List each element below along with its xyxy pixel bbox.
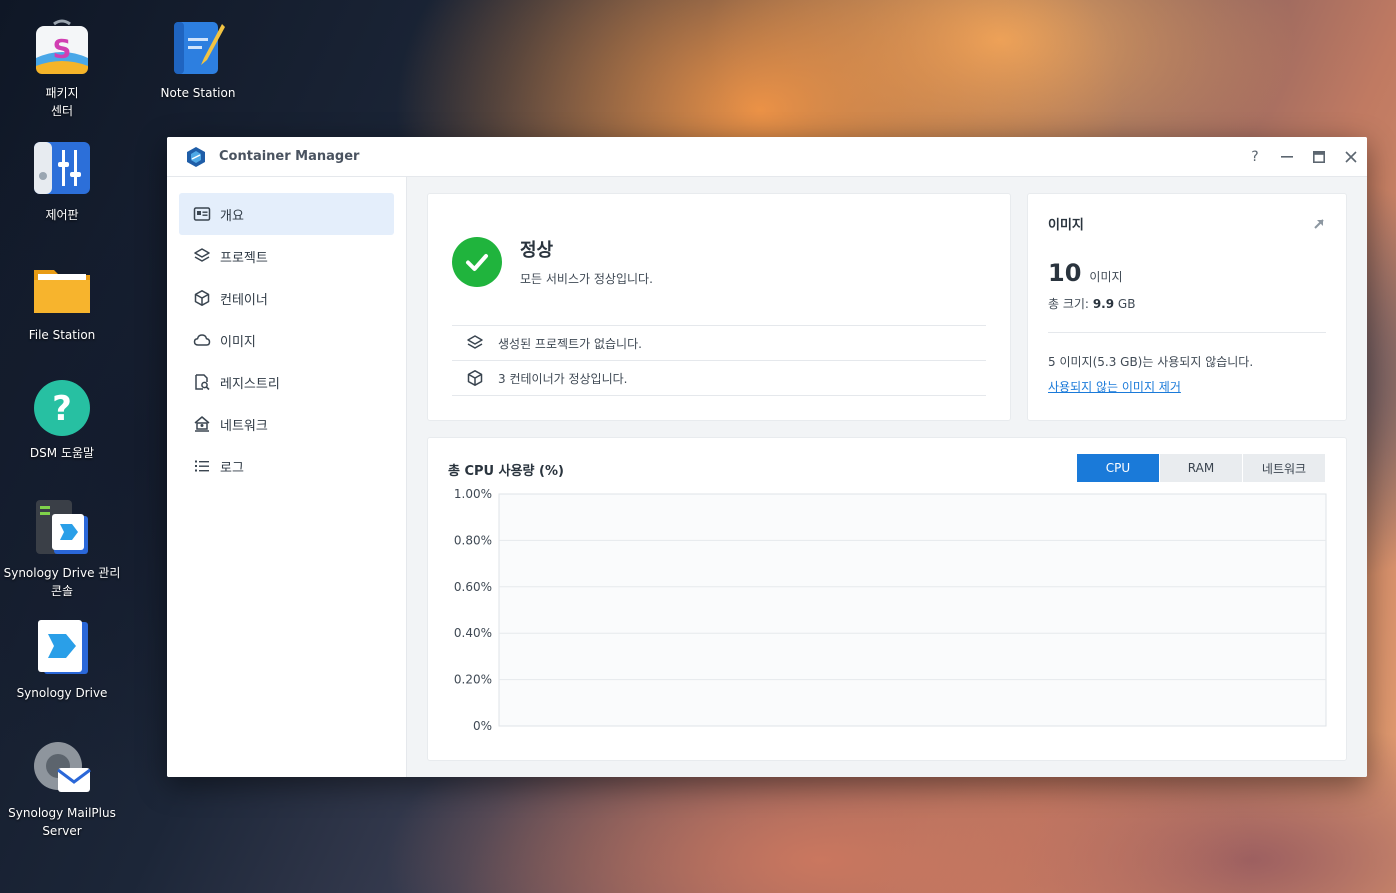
sidebar-item-label: 로그 (220, 460, 244, 476)
sidebar-item-containers[interactable]: 컨테이너 (179, 277, 394, 319)
desktop-icon-label: Synology Drive 관리 콘솔 (3, 566, 121, 598)
svg-text:?: ? (52, 389, 72, 429)
help-icon: ? (32, 378, 92, 438)
minimize-button[interactable] (1271, 137, 1303, 177)
desktop-icon-label: Synology Drive (16, 686, 108, 700)
status-row-text: 생성된 프로젝트가 없습니다. (498, 336, 642, 351)
control-panel-icon (32, 140, 92, 200)
main-panel: 정상 모든 서비스가 정상입니다. 생성된 프로젝트가 없습니다. 3 컨테이너… (407, 177, 1367, 777)
desktop-icon-label: DSM 도움말 (29, 446, 95, 460)
list-icon (195, 460, 209, 472)
layers-icon (467, 335, 483, 349)
mailplus-icon (32, 738, 92, 798)
sidebar-item-registry[interactable]: 레지스트리 (179, 361, 394, 403)
status-title: 정상 (520, 240, 554, 261)
chart-plot-area (498, 493, 1327, 727)
network-icon (194, 416, 210, 432)
registry-search-icon (195, 374, 210, 391)
y-tick-label: 1.00% (454, 487, 492, 501)
unused-images-text: 5 이미지(5.3 GB)는 사용되지 않습니다. (1048, 355, 1254, 369)
drive-admin-icon (32, 498, 92, 558)
image-size-value: 9.9 (1092, 297, 1115, 311)
desktop-icon-synology-drive[interactable]: Synology Drive (0, 618, 124, 702)
maximize-button[interactable] (1303, 137, 1335, 177)
image-size-unit: GB (1117, 297, 1136, 311)
status-row-projects: 생성된 프로젝트가 없습니다. (452, 326, 986, 361)
minimize-icon (1281, 155, 1293, 158)
open-arrow-icon[interactable] (1312, 217, 1326, 231)
desktop-icon-dsm-help[interactable]: ? DSM 도움말 (0, 378, 124, 462)
status-list: 생성된 프로젝트가 없습니다. 3 컨테이너가 정상입니다. (452, 325, 986, 396)
sidebar-item-network[interactable]: 네트워크 (179, 403, 394, 445)
desktop-icon-drive-admin[interactable]: Synology Drive 관리 콘솔 (0, 498, 124, 600)
sidebar-item-label: 프로젝트 (220, 250, 268, 266)
image-count: 10 (1048, 259, 1082, 287)
y-tick-label: 0.80% (454, 533, 492, 547)
window-title: Container Manager (219, 149, 360, 164)
desktop-icon-note-station[interactable]: Note Station (136, 18, 260, 102)
sidebar-item-projects[interactable]: 프로젝트 (179, 235, 394, 277)
y-tick-label: 0% (473, 719, 492, 733)
help-button[interactable]: ? (1239, 137, 1271, 177)
sidebar-item-logs[interactable]: 로그 (179, 445, 394, 487)
desktop-icon-label: 패키지 센터 (45, 86, 79, 118)
desktop-icon-label: 제어판 (45, 208, 79, 222)
drive-icon (32, 618, 92, 678)
image-size-label: 총 크기: (1048, 297, 1089, 311)
cube-icon (194, 290, 210, 306)
y-tick-label: 0.60% (454, 580, 492, 594)
sidebar: 개요 프로젝트 컨테이너 이미지 레지스트리 네트워크 로그 (167, 177, 407, 777)
remove-unused-images-link[interactable]: 사용되지 않는 이미지 제거 (1048, 378, 1181, 395)
desktop-icon-label: File Station (28, 328, 96, 342)
y-tick-label: 0.40% (454, 626, 492, 640)
close-button[interactable] (1335, 137, 1367, 177)
status-subtitle: 모든 서비스가 정상입니다. (520, 272, 653, 286)
window-titlebar[interactable]: Container Manager ? (167, 137, 1367, 177)
container-manager-window: Container Manager ? 개요 프로젝트 컨테이너 이미지 레지스… (167, 137, 1367, 777)
cpu-chart-card: 총 CPU 사용량 (%) CPU RAM 네트워크 1.00% 0.80% 0.6… (427, 437, 1347, 761)
desktop-icon-mailplus-server[interactable]: Synology MailPlus Server (0, 738, 124, 840)
maximize-icon (1313, 150, 1325, 163)
cube-icon (467, 370, 483, 386)
desktop-icon-file-station[interactable]: File Station (0, 260, 124, 344)
sidebar-item-images[interactable]: 이미지 (179, 319, 394, 361)
sidebar-item-label: 이미지 (220, 334, 256, 350)
status-card: 정상 모든 서비스가 정상입니다. 생성된 프로젝트가 없습니다. 3 컨테이너… (427, 193, 1011, 421)
desktop-icon-label: Synology MailPlus Server (8, 806, 116, 838)
desktop-icon-label: Note Station (160, 86, 236, 100)
image-card-title: 이미지 (1048, 218, 1084, 233)
sidebar-item-label: 개요 (220, 208, 244, 224)
cpu-chart: 1.00% 0.80% 0.60% 0.40% 0.20% 0% (454, 487, 1327, 733)
image-count-unit: 이미지 (1089, 270, 1123, 284)
sidebar-item-overview[interactable]: 개요 (179, 193, 394, 235)
sidebar-item-label: 컨테이너 (220, 292, 268, 308)
overview-icon (193, 207, 211, 221)
close-icon (1345, 150, 1357, 163)
container-manager-icon (185, 146, 207, 168)
status-row-containers: 3 컨테이너가 정상입니다. (452, 361, 986, 396)
svg-text:S: S (53, 35, 72, 65)
package-center-icon: S (32, 18, 92, 78)
file-station-icon (32, 260, 92, 320)
layers-icon (194, 248, 210, 262)
desktop-icon-package-center[interactable]: S 패키지 센터 (0, 18, 124, 120)
sidebar-item-label: 네트워크 (220, 418, 268, 434)
check-icon (452, 236, 502, 287)
desktop-icon-control-panel[interactable]: 제어판 (0, 140, 124, 224)
note-station-icon (168, 18, 228, 78)
cloud-icon (193, 334, 211, 346)
y-tick-label: 0.20% (454, 673, 492, 687)
sidebar-item-label: 레지스트리 (220, 376, 280, 392)
status-row-text: 3 컨테이너가 정상입니다. (498, 371, 628, 386)
image-card: 이미지 10 이미지 총 크기: 9.9 GB 5 이미지(5.3 GB)는 사… (1027, 193, 1347, 421)
